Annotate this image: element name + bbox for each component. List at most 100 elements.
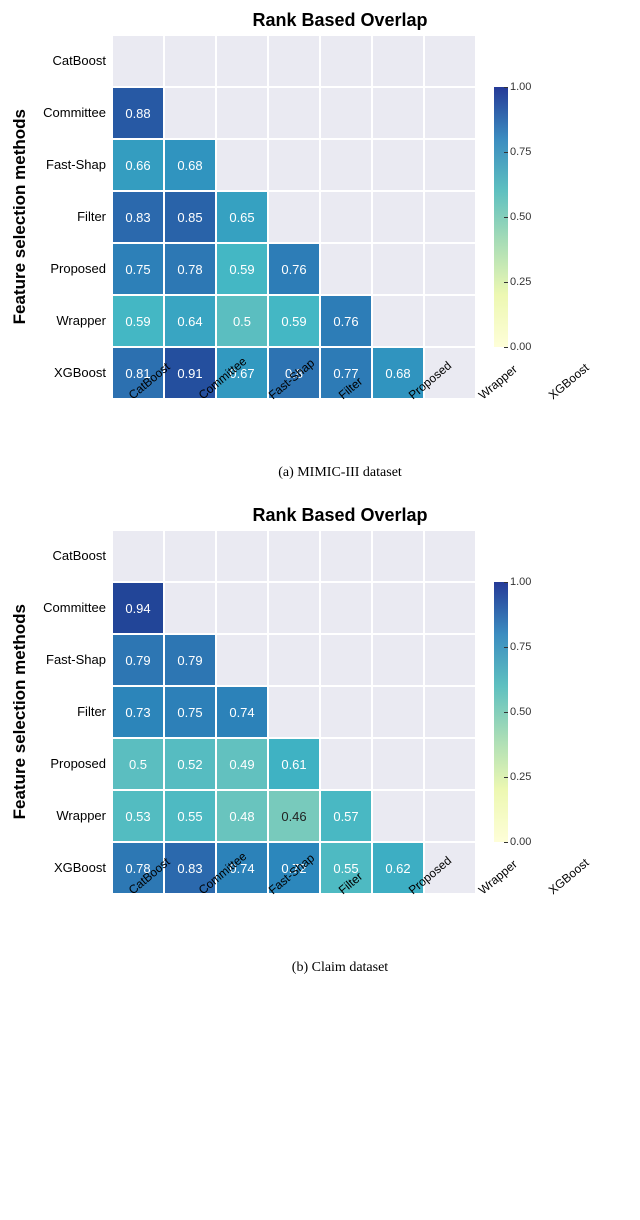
heatmap-cell: 0.5 <box>112 738 164 790</box>
heatmap-cell <box>424 35 476 87</box>
heatmap-cell: 0.75 <box>112 243 164 295</box>
heatmap-cell <box>424 295 476 347</box>
heatmap-cell <box>268 139 320 191</box>
heatmap-cell: 0.5 <box>216 295 268 347</box>
y-axis-label: Feature selection methods <box>10 604 32 819</box>
heatmap-cell <box>112 35 164 87</box>
heatmap-cell <box>320 87 372 139</box>
heatmap-cell: 0.52 <box>164 738 216 790</box>
y-ticks: CatBoostCommitteeFast-ShapFilterProposed… <box>34 530 112 894</box>
heatmap-cell: 0.53 <box>112 790 164 842</box>
heatmap-cell <box>372 87 424 139</box>
heatmap-cell <box>216 634 268 686</box>
heatmap-cell <box>320 530 372 582</box>
heatmap-cell: 0.65 <box>216 191 268 243</box>
heatmap-cell <box>164 582 216 634</box>
y-tick-label: Fast-Shap <box>34 139 112 191</box>
y-tick-label: Proposed <box>34 243 112 295</box>
heatmap-cell <box>216 87 268 139</box>
heatmap-cell <box>320 139 372 191</box>
heatmap-cell: 0.59 <box>216 243 268 295</box>
heatmap-cell: 0.68 <box>164 139 216 191</box>
heatmap-cell <box>216 530 268 582</box>
heatmap-cell <box>320 35 372 87</box>
y-ticks: CatBoostCommitteeFast-ShapFilterProposed… <box>34 35 112 399</box>
heatmap-cell: 0.55 <box>164 790 216 842</box>
colorbar-tick: 0.00 <box>510 341 531 353</box>
y-tick-label: CatBoost <box>34 35 112 87</box>
heatmap-cell <box>320 243 372 295</box>
heatmap-cell: 0.94 <box>112 582 164 634</box>
heatmap-cell <box>424 191 476 243</box>
heatmap-cell <box>424 686 476 738</box>
y-tick-label: Filter <box>34 686 112 738</box>
heatmap-cell: 0.83 <box>112 191 164 243</box>
y-tick-label: Proposed <box>34 738 112 790</box>
heatmap-cell <box>216 582 268 634</box>
chart-title: Rank Based Overlap <box>50 10 630 31</box>
heatmap-cell <box>424 634 476 686</box>
y-tick-label: Wrapper <box>34 790 112 842</box>
heatmap-cell <box>372 738 424 790</box>
heatmap-cell <box>320 582 372 634</box>
y-tick-label: Fast-Shap <box>34 634 112 686</box>
heatmap-cell <box>320 634 372 686</box>
heatmap-cell: 0.64 <box>164 295 216 347</box>
heatmap-grid: 0.940.790.790.730.750.740.50.520.490.610… <box>112 530 476 894</box>
heatmap-grid: 0.880.660.680.830.850.650.750.780.590.76… <box>112 35 476 399</box>
heatmap-cell: 0.57 <box>320 790 372 842</box>
y-tick-label: XGBoost <box>34 347 112 399</box>
y-tick-label: CatBoost <box>34 530 112 582</box>
heatmap-cell <box>216 139 268 191</box>
heatmap-cell <box>424 243 476 295</box>
heatmap-cell <box>268 582 320 634</box>
y-tick-label: Filter <box>34 191 112 243</box>
heatmap-cell: 0.73 <box>112 686 164 738</box>
heatmap-cell <box>320 738 372 790</box>
heatmap-cell <box>424 530 476 582</box>
colorbar: 1.000.750.500.250.00 <box>494 87 508 347</box>
heatmap-cell <box>268 634 320 686</box>
colorbar-tick: 0.75 <box>510 641 531 653</box>
heatmap-cell <box>424 738 476 790</box>
heatmap-cell <box>320 686 372 738</box>
x-ticks: CatBoostCommitteeFast-ShapFilterProposed… <box>112 898 630 958</box>
heatmap-cell <box>320 191 372 243</box>
colorbar-tick: 0.50 <box>510 211 531 223</box>
heatmap-cell: 0.49 <box>216 738 268 790</box>
y-tick-label: XGBoost <box>34 842 112 894</box>
heatmap-cell: 0.79 <box>164 634 216 686</box>
x-ticks: CatBoostCommitteeFast-ShapFilterProposed… <box>112 403 630 463</box>
heatmap-cell: 0.59 <box>268 295 320 347</box>
colorbar-tick: 0.25 <box>510 276 531 288</box>
heatmap-cell <box>372 634 424 686</box>
heatmap-cell <box>372 139 424 191</box>
heatmap-a: Rank Based Overlap Feature selection met… <box>10 10 630 481</box>
heatmap-cell <box>372 191 424 243</box>
heatmap-cell <box>372 686 424 738</box>
heatmap-b: Rank Based Overlap Feature selection met… <box>10 505 630 976</box>
heatmap-cell: 0.79 <box>112 634 164 686</box>
heatmap-cell <box>268 191 320 243</box>
heatmap-cell <box>268 35 320 87</box>
heatmap-cell <box>372 35 424 87</box>
heatmap-cell: 0.66 <box>112 139 164 191</box>
heatmap-cell <box>424 87 476 139</box>
colorbar-tick: 1.00 <box>510 576 531 588</box>
heatmap-cell <box>372 582 424 634</box>
colorbar-tick: 0.75 <box>510 146 531 158</box>
heatmap-cell <box>268 530 320 582</box>
heatmap-cell <box>164 530 216 582</box>
heatmap-cell: 0.88 <box>112 87 164 139</box>
heatmap-cell <box>424 139 476 191</box>
heatmap-cell: 0.78 <box>164 243 216 295</box>
colorbar-tick: 0.00 <box>510 836 531 848</box>
heatmap-cell <box>372 243 424 295</box>
heatmap-cell <box>372 790 424 842</box>
colorbar: 1.000.750.500.250.00 <box>494 582 508 842</box>
subcaption: (b) Claim dataset <box>50 960 630 976</box>
heatmap-cell <box>372 530 424 582</box>
colorbar-tick: 1.00 <box>510 81 531 93</box>
heatmap-cell <box>216 35 268 87</box>
heatmap-cell: 0.46 <box>268 790 320 842</box>
